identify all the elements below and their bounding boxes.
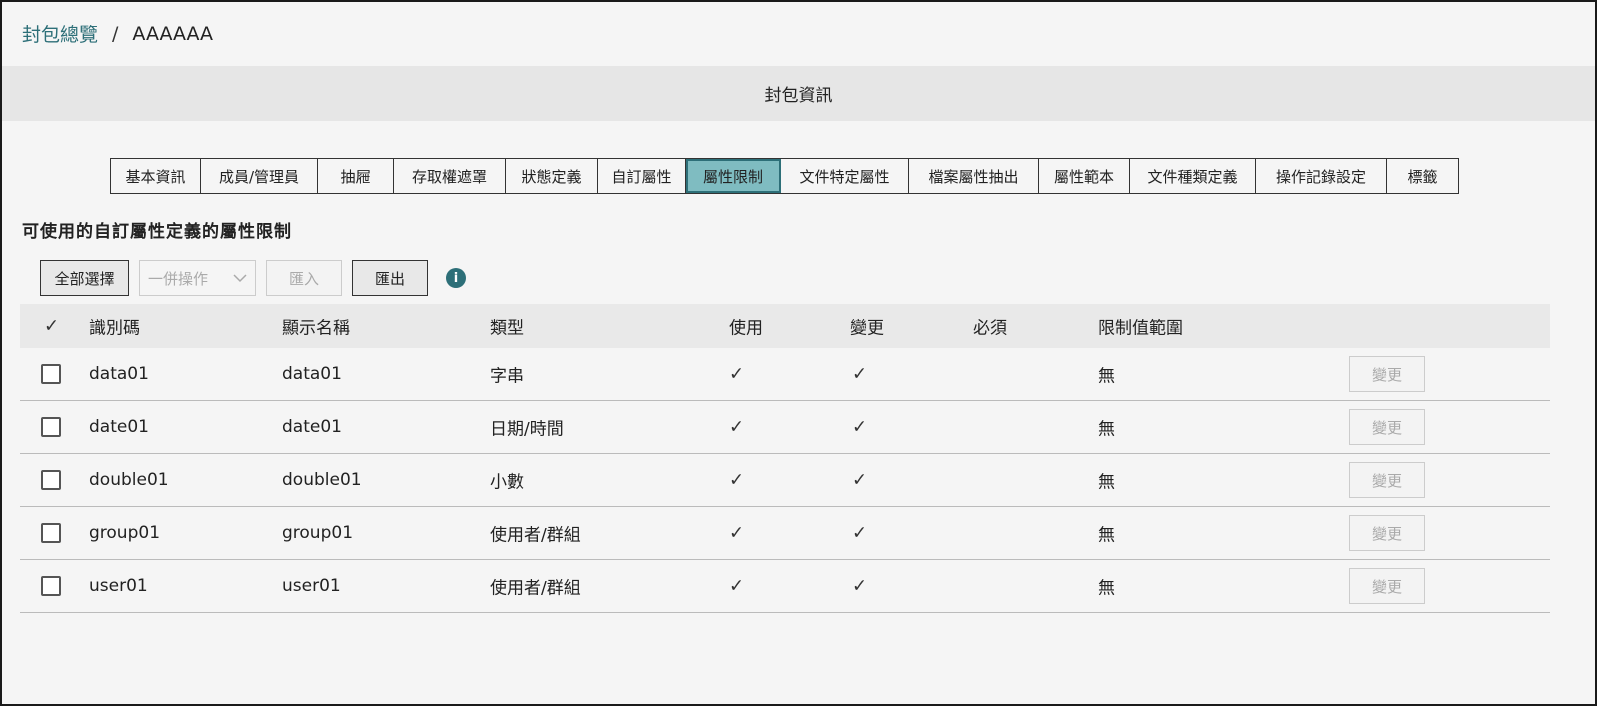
row-type: 使用者/群組 xyxy=(490,578,581,599)
row-range: 無 xyxy=(1098,419,1115,440)
tab-document-specific-attributes[interactable]: 文件特定屬性 xyxy=(781,159,909,193)
row-type: 小數 xyxy=(490,472,524,493)
table-row: date01 date01 日期/時間 ✓ ✓ 無 變更 xyxy=(20,401,1550,454)
tab-operation-log-settings[interactable]: 操作記錄設定 xyxy=(1256,159,1387,193)
row-change-button[interactable]: 變更 xyxy=(1349,356,1425,392)
row-id: date01 xyxy=(89,417,149,437)
tab-custom-attributes[interactable]: 自訂屬性 xyxy=(598,159,686,193)
tab-members[interactable]: 成員/管理員 xyxy=(201,159,318,193)
row-id: user01 xyxy=(89,576,148,596)
header-display-name: 顯示名稱 xyxy=(282,318,350,339)
tab-basic-info[interactable]: 基本資訊 xyxy=(111,159,201,193)
tab-bar: 基本資訊 成員/管理員 抽屜 存取權遮罩 狀態定義 自訂屬性 屬性限制 文件特定… xyxy=(110,158,1459,194)
tab-access-mask[interactable]: 存取權遮罩 xyxy=(394,159,506,193)
table-row: group01 group01 使用者/群組 ✓ ✓ 無 變更 xyxy=(20,507,1550,560)
row-change-check-icon: ✓ xyxy=(852,575,868,597)
row-display-name: date01 xyxy=(282,417,342,437)
select-all-button[interactable]: 全部選擇 xyxy=(40,260,129,296)
row-change-check-icon: ✓ xyxy=(852,363,868,385)
header-type: 類型 xyxy=(490,318,524,339)
row-use-check-icon: ✓ xyxy=(729,522,745,544)
row-range: 無 xyxy=(1098,525,1115,546)
toolbar: 全部選擇 一併操作 匯入 匯出 i xyxy=(40,260,466,296)
row-checkbox[interactable] xyxy=(41,470,61,490)
row-change-button[interactable]: 變更 xyxy=(1349,409,1425,445)
row-id: double01 xyxy=(89,470,169,490)
header-id: 識別碼 xyxy=(89,318,140,339)
table-header: ✓ 識別碼 顯示名稱 類型 使用 變更 必須 限制值範圍 xyxy=(20,304,1550,348)
tab-file-attribute-extraction[interactable]: 檔案屬性抽出 xyxy=(909,159,1039,193)
row-range: 無 xyxy=(1098,578,1115,599)
row-display-name: user01 xyxy=(282,576,341,596)
bulk-action-select[interactable]: 一併操作 xyxy=(139,260,256,296)
bulk-action-label: 一併操作 xyxy=(148,269,209,288)
breadcrumb: 封包總覽 / AAAAAA xyxy=(22,20,213,47)
attribute-restriction-table: ✓ 識別碼 顯示名稱 類型 使用 變更 必須 限制值範圍 data01 data… xyxy=(20,304,1550,613)
row-type: 使用者/群組 xyxy=(490,525,581,546)
tab-tags[interactable]: 標籤 xyxy=(1387,159,1458,193)
tab-attribute-template[interactable]: 屬性範本 xyxy=(1039,159,1130,193)
row-id: group01 xyxy=(89,523,161,543)
header-change: 變更 xyxy=(850,318,884,339)
row-use-check-icon: ✓ xyxy=(729,416,745,438)
breadcrumb-parent-link[interactable]: 封包總覽 xyxy=(22,20,98,47)
tab-drawer[interactable]: 抽屜 xyxy=(318,159,394,193)
row-use-check-icon: ✓ xyxy=(729,575,745,597)
row-use-check-icon: ✓ xyxy=(729,469,745,491)
row-type: 日期/時間 xyxy=(490,419,564,440)
import-button[interactable]: 匯入 xyxy=(266,260,342,296)
row-checkbox[interactable] xyxy=(41,364,61,384)
row-change-button[interactable]: 變更 xyxy=(1349,515,1425,551)
table-row: double01 double01 小數 ✓ ✓ 無 變更 xyxy=(20,454,1550,507)
row-display-name: double01 xyxy=(282,470,362,490)
table-row: data01 data01 字串 ✓ ✓ 無 變更 xyxy=(20,348,1550,401)
row-checkbox[interactable] xyxy=(41,523,61,543)
row-change-button[interactable]: 變更 xyxy=(1349,568,1425,604)
row-checkbox[interactable] xyxy=(41,417,61,437)
row-checkbox[interactable] xyxy=(41,576,61,596)
tab-document-type-definition[interactable]: 文件種類定義 xyxy=(1130,159,1256,193)
row-change-check-icon: ✓ xyxy=(852,469,868,491)
header-required: 必須 xyxy=(973,318,1007,339)
row-change-button[interactable]: 變更 xyxy=(1349,462,1425,498)
tab-attribute-restrictions[interactable]: 屬性限制 xyxy=(686,159,781,193)
row-id: data01 xyxy=(89,364,149,384)
app-frame: 封包總覽 / AAAAAA 封包資訊 基本資訊 成員/管理員 抽屜 存取權遮罩 … xyxy=(0,0,1597,706)
page-heading: 可使用的自訂屬性定義的屬性限制 xyxy=(22,222,292,242)
header-select-all-check-icon[interactable]: ✓ xyxy=(44,316,59,337)
section-title-bar: 封包資訊 xyxy=(2,66,1595,121)
row-range: 無 xyxy=(1098,472,1115,493)
section-title: 封包資訊 xyxy=(764,86,833,106)
header-range: 限制值範圍 xyxy=(1098,318,1183,339)
row-display-name: group01 xyxy=(282,523,354,543)
export-button[interactable]: 匯出 xyxy=(352,260,428,296)
table-row: user01 user01 使用者/群組 ✓ ✓ 無 變更 xyxy=(20,560,1550,613)
row-range: 無 xyxy=(1098,366,1115,387)
row-use-check-icon: ✓ xyxy=(729,363,745,385)
breadcrumb-separator: / xyxy=(112,22,119,45)
row-change-check-icon: ✓ xyxy=(852,416,868,438)
chevron-down-icon xyxy=(233,269,247,287)
row-type: 字串 xyxy=(490,366,524,387)
info-icon[interactable]: i xyxy=(446,268,466,288)
header-use: 使用 xyxy=(729,318,763,339)
row-change-check-icon: ✓ xyxy=(852,522,868,544)
row-display-name: data01 xyxy=(282,364,342,384)
tab-status-definition[interactable]: 狀態定義 xyxy=(506,159,598,193)
breadcrumb-current: AAAAAA xyxy=(132,22,214,45)
